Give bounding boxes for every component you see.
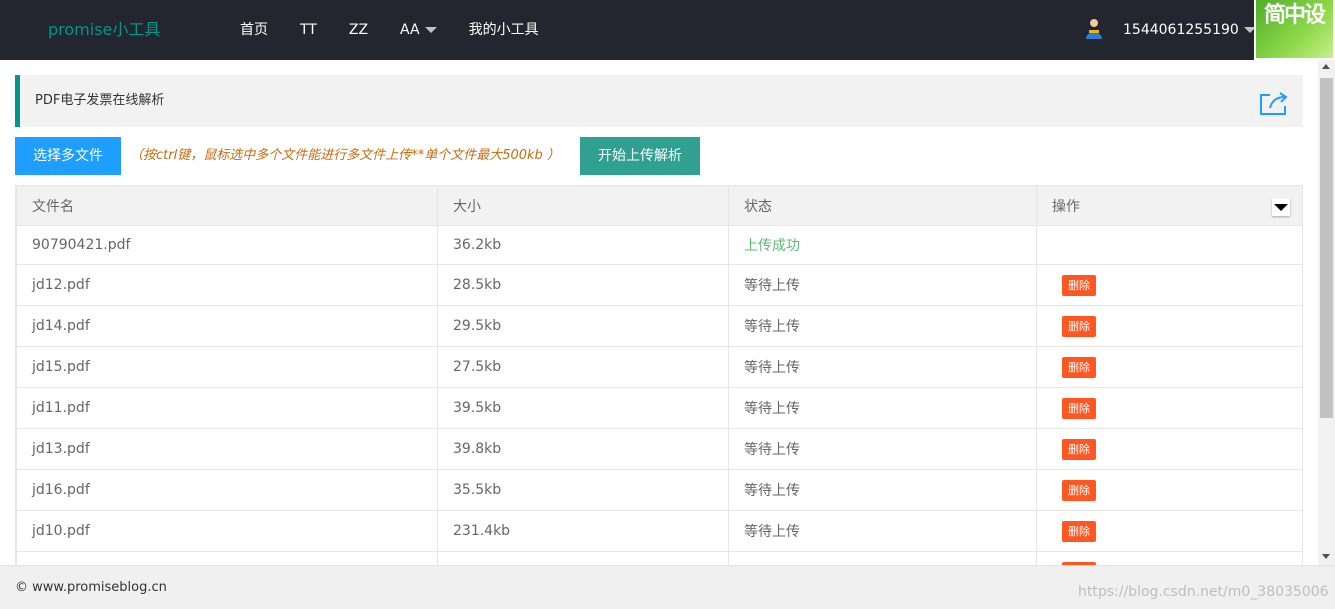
- section-header: PDF电子发票在线解析: [15, 75, 1303, 127]
- cell-filename: 90790421.pdf: [16, 225, 438, 265]
- scroll-thumb[interactable]: [1320, 78, 1333, 418]
- user-menu[interactable]: 1544061255190: [1080, 0, 1256, 60]
- cell-actions: 删除: [1036, 387, 1302, 429]
- nav-label: AA: [400, 22, 420, 38]
- table-row: jd11.pdf 39.5kb 等待上传 删除: [16, 387, 1302, 429]
- share-icon[interactable]: [1258, 91, 1288, 117]
- nav-item-tt[interactable]: TT: [284, 0, 333, 60]
- table-row: jd16.pdf 35.5kb 等待上传 删除: [16, 469, 1302, 511]
- table-row: jd15.pdf 27.5kb 等待上传 删除: [16, 346, 1302, 388]
- header-status: 状态: [728, 185, 1037, 226]
- cell-filename: jd10.pdf: [16, 510, 438, 552]
- cell-size: 28.5kb: [437, 264, 729, 306]
- nav-item-my-tools[interactable]: 我的小工具: [453, 0, 555, 60]
- cell-status: 等待上传: [728, 264, 1037, 306]
- table-row: jd12.pdf 28.5kb 等待上传 删除: [16, 264, 1302, 306]
- top-navbar: promise小工具 首页 TT ZZ AA 我的小工具 15440612551…: [0, 0, 1335, 60]
- select-files-button[interactable]: 选择多文件: [15, 137, 121, 175]
- table-header-row: 文件名 大小 状态 操作: [16, 185, 1302, 226]
- cell-filename: jd15.pdf: [16, 346, 438, 388]
- nav-item-home[interactable]: 首页: [224, 0, 284, 60]
- cell-filename: jd12.pdf: [16, 264, 438, 306]
- cell-filename: jd13.pdf: [16, 428, 438, 470]
- vertical-scrollbar[interactable]: [1318, 60, 1335, 565]
- main-nav: 首页 TT ZZ AA 我的小工具: [224, 0, 555, 60]
- cell-status: 等待上传: [728, 387, 1037, 429]
- table-row: jd14.pdf 29.5kb 等待上传 删除: [16, 305, 1302, 347]
- nav-label: TT: [300, 22, 317, 38]
- file-table-container: 文件名 大小 状态 操作 90790421.pdf 36.2kb 上传成功 jd12.…: [15, 185, 1303, 565]
- cell-size: 36.2kb: [437, 225, 729, 265]
- table-row: jd10.pdf 231.4kb 等待上传 删除: [16, 510, 1302, 552]
- username: 1544061255190: [1123, 22, 1239, 38]
- table-row: 90790421.pdf 36.2kb 上传成功: [16, 225, 1302, 265]
- cell-size: [437, 551, 729, 565]
- cell-status: 等待上传: [728, 428, 1037, 470]
- caret-down-icon: [424, 27, 437, 33]
- cell-actions: 删除: [1036, 264, 1302, 306]
- scroll-up-arrow-icon[interactable]: [1322, 64, 1330, 69]
- cell-status: 等待上传: [728, 510, 1037, 552]
- watermark: https://blog.csdn.net/m0_38035006: [1078, 584, 1329, 600]
- table-row: 删除: [16, 551, 1302, 565]
- cell-actions: 删除: [1036, 469, 1302, 511]
- delete-button[interactable]: 删除: [1062, 274, 1096, 296]
- header-filename: 文件名: [16, 185, 438, 226]
- nav-item-aa[interactable]: AA: [384, 0, 453, 60]
- cell-filename: jd11.pdf: [16, 387, 438, 429]
- cell-actions: 删除: [1036, 428, 1302, 470]
- header-actions-label: 操作: [1052, 198, 1080, 215]
- cell-actions: 删除: [1036, 510, 1302, 552]
- cell-actions: [1036, 225, 1302, 265]
- cell-size: 231.4kb: [437, 510, 729, 552]
- cell-size: 27.5kb: [437, 346, 729, 388]
- cell-status: 等待上传: [728, 346, 1037, 388]
- cell-status: [728, 551, 1037, 565]
- header-size: 大小: [437, 185, 729, 226]
- cell-filename: [16, 551, 438, 565]
- delete-button[interactable]: 删除: [1062, 315, 1096, 337]
- nav-item-zz[interactable]: ZZ: [333, 0, 384, 60]
- brand-logo[interactable]: promise小工具: [48, 0, 160, 60]
- cell-status: 等待上传: [728, 469, 1037, 511]
- section-title: PDF电子发票在线解析: [35, 93, 165, 108]
- header-actions: 操作: [1036, 185, 1302, 226]
- cell-filename: jd16.pdf: [16, 469, 438, 511]
- file-table: 文件名 大小 状态 操作 90790421.pdf 36.2kb 上传成功 jd12.…: [16, 185, 1302, 565]
- cell-actions: 删除: [1036, 346, 1302, 388]
- cell-status: 上传成功: [728, 225, 1037, 265]
- cell-actions: 删除: [1036, 551, 1302, 565]
- scroll-down-arrow-icon[interactable]: [1322, 554, 1330, 559]
- delete-button[interactable]: 删除: [1062, 479, 1096, 501]
- footer-copyright: © www.promiseblog.cn: [15, 580, 167, 595]
- cell-status: 等待上传: [728, 305, 1037, 347]
- nav-label: 首页: [240, 22, 268, 38]
- cell-size: 39.8kb: [437, 428, 729, 470]
- delete-button[interactable]: 删除: [1062, 438, 1096, 460]
- cell-size: 35.5kb: [437, 469, 729, 511]
- cell-size: 29.5kb: [437, 305, 729, 347]
- cell-actions: 删除: [1036, 305, 1302, 347]
- corner-badge: 简中设: [1254, 0, 1335, 60]
- filter-columns-icon[interactable]: [1272, 198, 1290, 216]
- cell-size: 39.5kb: [437, 387, 729, 429]
- delete-button[interactable]: 删除: [1062, 520, 1096, 542]
- nav-label: 我的小工具: [468, 22, 539, 38]
- start-upload-button[interactable]: 开始上传解析: [580, 137, 700, 175]
- table-row: jd13.pdf 39.8kb 等待上传 删除: [16, 428, 1302, 470]
- nav-label: ZZ: [348, 22, 369, 38]
- footer: © www.promiseblog.cn https://blog.csdn.n…: [0, 565, 1335, 609]
- delete-button[interactable]: 删除: [1062, 397, 1096, 419]
- delete-button[interactable]: 删除: [1062, 356, 1096, 378]
- cell-filename: jd14.pdf: [16, 305, 438, 347]
- upload-hint: （按ctrl键，鼠标选中多个文件能进行多文件上传**单个文件最大500kb ）: [130, 148, 560, 163]
- corner-badge-text: 简中设: [1264, 3, 1326, 28]
- user-avatar-icon: [1086, 19, 1102, 39]
